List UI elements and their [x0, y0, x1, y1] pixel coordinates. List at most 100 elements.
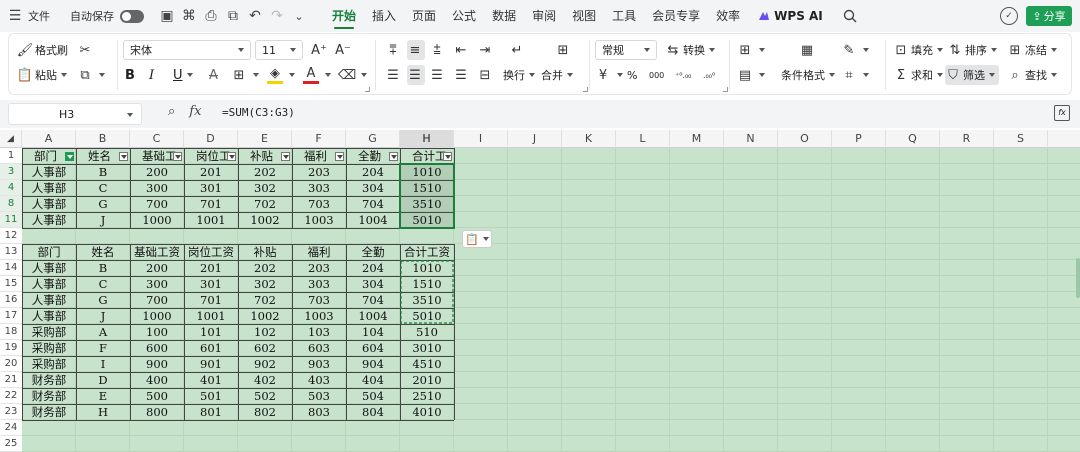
- redo-icon[interactable]: ↷: [266, 5, 288, 27]
- table2-cell[interactable]: 500: [130, 388, 184, 404]
- table1-dept-cell[interactable]: 人事部: [22, 164, 76, 180]
- indent-decrease-button[interactable]: ⇤: [453, 40, 471, 60]
- table1-cell[interactable]: 303: [292, 180, 346, 196]
- currency-button[interactable]: ¥: [595, 65, 623, 85]
- table1-cell[interactable]: 301: [184, 180, 238, 196]
- table2-cell[interactable]: 803: [292, 404, 346, 420]
- table2-header-3[interactable]: 岗位工资: [184, 244, 238, 260]
- format-painter-button[interactable]: 🖌 格式刷: [17, 40, 68, 60]
- copy-button[interactable]: ⧉: [77, 65, 105, 85]
- merge-button[interactable]: 合并: [541, 65, 573, 85]
- column-header-N[interactable]: N: [724, 130, 778, 148]
- column-header-I[interactable]: I: [454, 130, 508, 148]
- distribute-button[interactable]: ⊟: [477, 65, 495, 85]
- table2-dept-cell[interactable]: 人事部: [22, 260, 76, 276]
- tab-data[interactable]: 数据: [484, 0, 524, 32]
- table2-dept-cell[interactable]: 人事部: [22, 292, 76, 308]
- table2-cell[interactable]: 303: [292, 276, 346, 292]
- filter-dropdown-icon[interactable]: [119, 152, 128, 161]
- table2-cell[interactable]: 903: [292, 356, 346, 372]
- autosum-button[interactable]: Σ 求和: [893, 65, 943, 85]
- table1-cell[interactable]: 300: [130, 180, 184, 196]
- filter-button[interactable]: ⛉ 筛选: [945, 65, 999, 85]
- table2-cell[interactable]: 1004: [346, 308, 400, 324]
- column-header-S[interactable]: S: [994, 130, 1048, 148]
- table2-cell[interactable]: 702: [238, 292, 292, 308]
- align-left-button[interactable]: ☰: [385, 65, 403, 85]
- table2-cell[interactable]: 904: [346, 356, 400, 372]
- undo-icon[interactable]: ↶: [244, 5, 266, 27]
- border-button[interactable]: ⊞: [231, 65, 259, 85]
- table2-cell[interactable]: 503: [292, 388, 346, 404]
- table1-cell[interactable]: B: [76, 164, 130, 180]
- table2-header-1[interactable]: 姓名: [76, 244, 130, 260]
- table1-cell[interactable]: 302: [238, 180, 292, 196]
- save-icon[interactable]: ▣: [156, 5, 178, 27]
- row-header-24[interactable]: 24: [0, 420, 22, 436]
- table-style-button[interactable]: ⊞: [737, 40, 765, 60]
- column-header-R[interactable]: R: [940, 130, 994, 148]
- table2-cell[interactable]: 301: [184, 276, 238, 292]
- column-header-J[interactable]: J: [508, 130, 562, 148]
- row-header-11[interactable]: 11: [0, 212, 22, 228]
- merge-icon-button[interactable]: ⊞: [555, 40, 573, 60]
- table2-header-2[interactable]: 基础工资: [130, 244, 184, 260]
- table2-cell[interactable]: 101: [184, 324, 238, 340]
- table2-dept-cell[interactable]: 财务部: [22, 372, 76, 388]
- table2-total-cell[interactable]: 2510: [400, 388, 454, 404]
- wps-ai-button[interactable]: WPS AI: [748, 9, 833, 23]
- table2-total-cell[interactable]: 3510: [400, 292, 454, 308]
- column-header-G[interactable]: G: [346, 130, 400, 148]
- table2-cell[interactable]: 200: [130, 260, 184, 276]
- table2-header-7[interactable]: 合计工资: [400, 244, 454, 260]
- sort-button[interactable]: ⇅ 排序: [947, 40, 997, 60]
- row-header-15[interactable]: 15: [0, 276, 22, 292]
- row-header-19[interactable]: 19: [0, 340, 22, 356]
- column-header-E[interactable]: E: [238, 130, 292, 148]
- table2-cell[interactable]: B: [76, 260, 130, 276]
- print-preview-icon[interactable]: ⧉: [222, 5, 244, 27]
- font-family-select[interactable]: 宋体: [123, 40, 251, 60]
- table2-cell[interactable]: 403: [292, 372, 346, 388]
- column-header-O[interactable]: O: [778, 130, 832, 148]
- row-header-18[interactable]: 18: [0, 324, 22, 340]
- table2-cell[interactable]: 302: [238, 276, 292, 292]
- table2-cell[interactable]: 802: [238, 404, 292, 420]
- table2-cell[interactable]: 202: [238, 260, 292, 276]
- table2-cell[interactable]: 103: [292, 324, 346, 340]
- decrease-decimal-button[interactable]: .₀₀⁰: [703, 65, 715, 85]
- number-format-select[interactable]: 常规: [595, 40, 657, 60]
- bold-button[interactable]: B: [125, 65, 135, 85]
- conditional-format-button[interactable]: 条件格式: [781, 65, 835, 85]
- tab-efficiency[interactable]: 效率: [708, 0, 748, 32]
- tab-formula[interactable]: 公式: [444, 0, 484, 32]
- strikethrough-button[interactable]: A: [209, 65, 218, 85]
- clear-button[interactable]: ⌫: [338, 65, 367, 85]
- align-bottom-button[interactable]: ⩲: [429, 40, 447, 60]
- cell-area[interactable]: 部门 姓名 基础工 岗位工 补贴 福利 全勤 合计工 人事部 B 200 201 202 203 204 10…: [22, 148, 1080, 452]
- table2-cell[interactable]: H: [76, 404, 130, 420]
- table2-cell[interactable]: 203: [292, 260, 346, 276]
- zoom-search-icon[interactable]: ⌕: [168, 104, 175, 119]
- table1-total-cell[interactable]: 1010: [400, 164, 454, 180]
- table2-cell[interactable]: 1000: [130, 308, 184, 324]
- table2-cell[interactable]: E: [76, 388, 130, 404]
- row-header-13[interactable]: 13: [0, 244, 22, 260]
- table2-total-cell[interactable]: 1010: [400, 260, 454, 276]
- table2-total-cell[interactable]: 4510: [400, 356, 454, 372]
- font-size-select[interactable]: 11: [255, 40, 303, 60]
- conditional-format-icon-button[interactable]: ▦: [799, 40, 817, 60]
- table2-cell[interactable]: 700: [130, 292, 184, 308]
- table2-dept-cell[interactable]: 人事部: [22, 308, 76, 324]
- table2-cell[interactable]: C: [76, 276, 130, 292]
- column-header-P[interactable]: P: [832, 130, 886, 148]
- table2-dept-cell[interactable]: 人事部: [22, 276, 76, 292]
- table2-header-6[interactable]: 全勤: [346, 244, 400, 260]
- table2-dept-cell[interactable]: 财务部: [22, 404, 76, 420]
- table2-cell[interactable]: 902: [238, 356, 292, 372]
- tab-member[interactable]: 会员专享: [644, 0, 708, 32]
- wrap-text-button[interactable]: 换行: [503, 65, 535, 85]
- table1-cell[interactable]: 204: [346, 164, 400, 180]
- table2-cell[interactable]: 602: [238, 340, 292, 356]
- cell-border-button[interactable]: ⌗: [841, 65, 869, 85]
